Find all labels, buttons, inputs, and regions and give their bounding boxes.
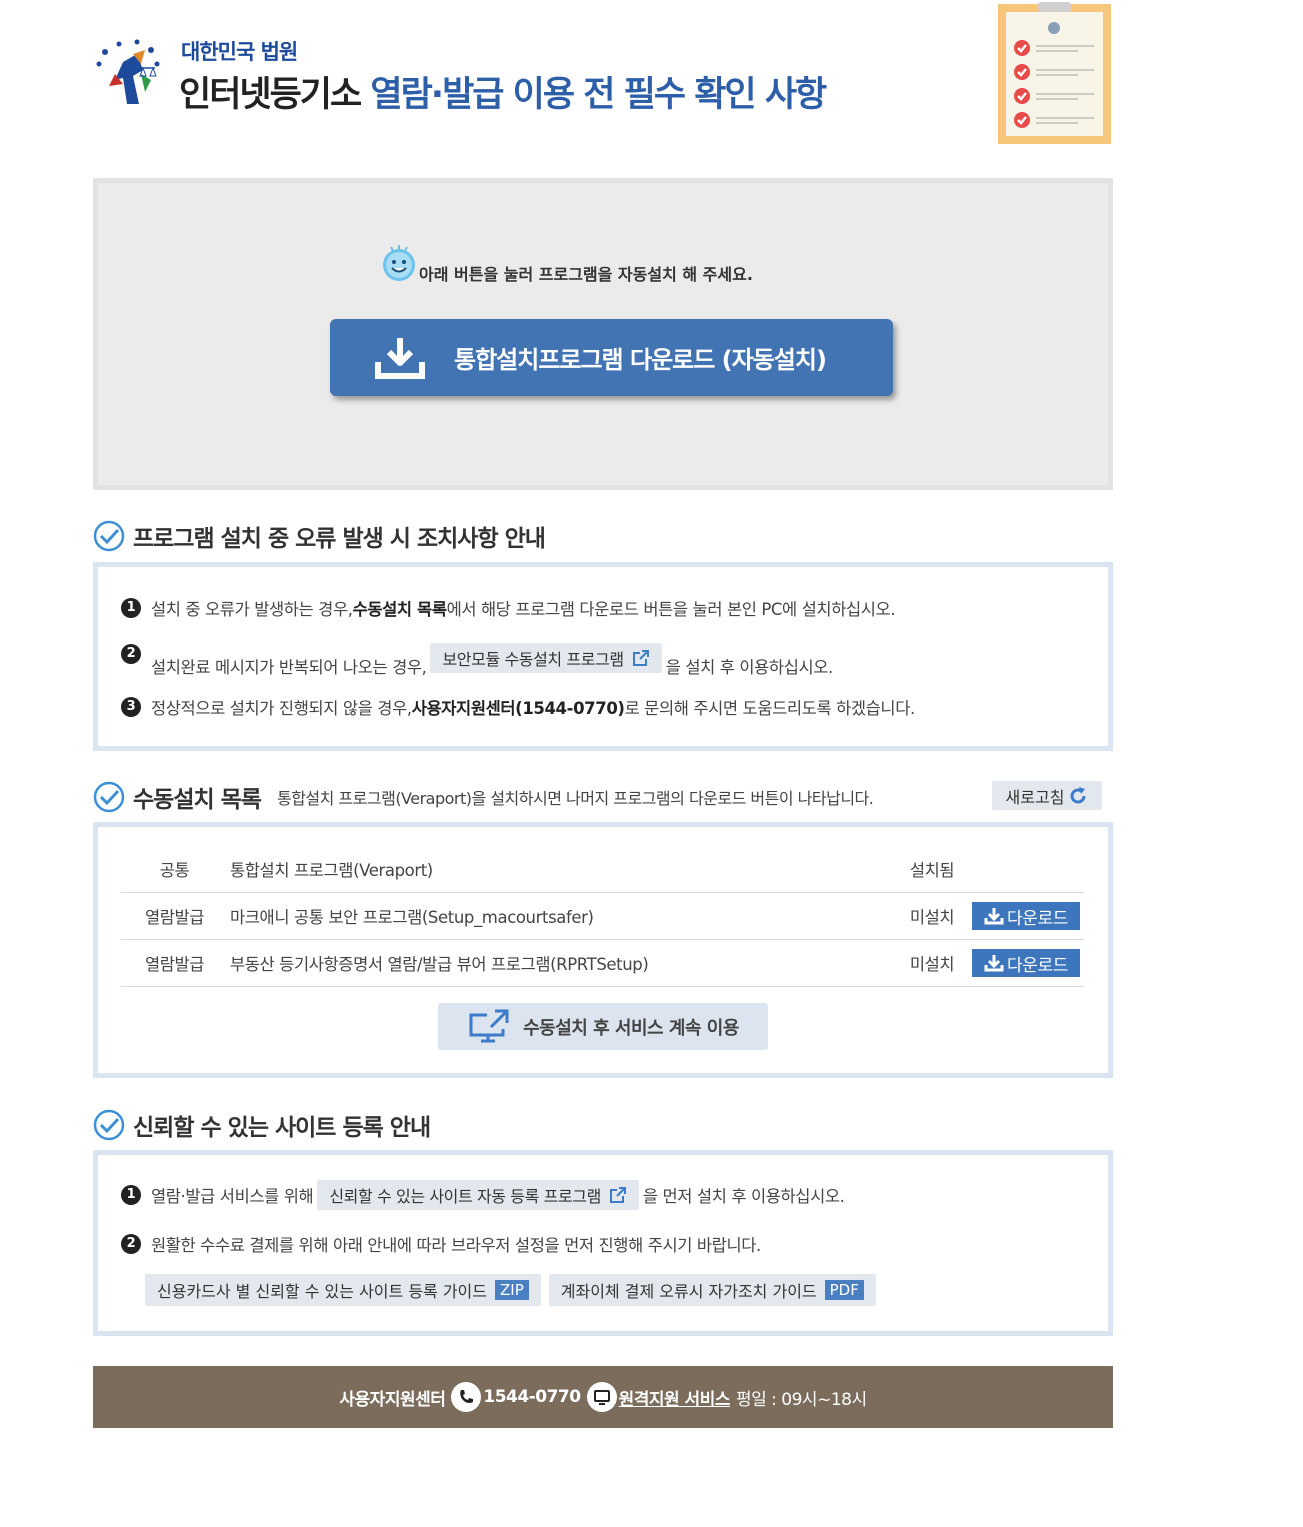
number-badge: 2 [121, 1234, 141, 1254]
trust-section-title-text: 신뢰할 수 있는 사이트 등록 안내 [133, 1115, 431, 1141]
download-button-macourtsafer[interactable]: 다운로드 [972, 902, 1080, 930]
checklist-clipboard-icon [998, 2, 1111, 144]
number-badge: 1 [121, 598, 141, 618]
external-link-icon [632, 650, 649, 666]
manual-section-title-text: 수동설치 목록 [133, 787, 262, 813]
external-link-icon [609, 1187, 626, 1203]
refresh-label: 새로고침 [1005, 787, 1065, 807]
download-icon [984, 908, 1004, 925]
download-icon [375, 337, 425, 379]
number-badge: 1 [121, 1185, 141, 1205]
download-cell [972, 846, 1084, 893]
number-badge: 3 [121, 697, 141, 717]
table-row: 열람발급 마크애니 공통 보안 프로그램(Setup_macourtsafer)… [121, 892, 1084, 940]
card-trusted-site-guide-button[interactable]: 신용카드사 별 신뢰할 수 있는 사이트 등록 가이드 ZIP [145, 1274, 541, 1306]
zip-badge: ZIP [495, 1280, 529, 1300]
phone-icon [451, 1382, 482, 1412]
download-label: 다운로드 [1007, 955, 1068, 976]
error-item-3: 3 정상적으로 설치가 진행되지 않을 경우, 사용자지원센터(1544-077… [121, 695, 915, 719]
error-item-1-text-end: 에서 해당 프로그램 다운로드 버튼을 눌러 본인 PC에 설치하십시오. [446, 600, 896, 619]
manual-section-title: 수동설치 목록 통합설치 프로그램(Veraport)을 설치하시면 나머지 프… [93, 780, 874, 814]
install-message: 아래 버튼을 눌러 프로그램을 자동설치 해 주세요. [381, 243, 753, 285]
refresh-button[interactable]: 새로고침 [992, 781, 1102, 810]
program-cell: 부동산 등기사항증명서 열람/발급 뷰어 프로그램(RPRTSetup) [228, 939, 892, 987]
monitor-external-icon [469, 1009, 509, 1042]
table-row: 열람발급 부동산 등기사항증명서 열람/발급 뷰어 프로그램(RPRTSetup… [121, 939, 1084, 987]
error-section-title-text: 프로그램 설치 중 오류 발생 시 조치사항 안내 [133, 526, 546, 552]
auto-install-download-button[interactable]: 통합설치프로그램 다운로드 (자동설치) [330, 319, 893, 396]
category-cell: 열람발급 [121, 892, 228, 940]
download-cell: 다운로드 [972, 939, 1084, 987]
pdf-badge: PDF [824, 1280, 864, 1300]
download-button-rprtsetup[interactable]: 다운로드 [972, 949, 1080, 977]
category-cell: 열람발급 [121, 939, 228, 987]
security-module-install-label: 보안모듈 수동설치 프로그램 [442, 650, 624, 669]
error-item-1-text: 설치 중 오류가 발생하는 경우, [151, 600, 353, 619]
support-center-text: 사용자지원센터(1544-0770) [411, 699, 625, 718]
trust-item-1-text-end: 을 먼저 설치 후 이용하십시오. [642, 1187, 845, 1206]
security-module-install-button[interactable]: 보안모듈 수동설치 프로그램 [430, 643, 662, 673]
check-circle-icon [93, 1109, 125, 1141]
number-badge: 2 [121, 644, 141, 664]
page-title-part1: 인터넷등기소 [179, 75, 371, 115]
program-cell: 통합설치 프로그램(Veraport) [228, 846, 892, 893]
remote-support-link[interactable]: 원격지원 서비스 [619, 1385, 731, 1410]
transfer-guide-label: 계좌이체 결제 오류시 자가조치 가이드 [560, 1282, 817, 1301]
table-row: 공통 통합설치 프로그램(Veraport) 설치됨 [121, 846, 1084, 893]
card-guide-label: 신용카드사 별 신뢰할 수 있는 사이트 등록 가이드 [157, 1282, 488, 1301]
continue-service-label: 수동설치 후 서비스 계속 이용 [523, 1017, 739, 1039]
support-footer: 사용자지원센터 1544-0770 원격지원 서비스 평일 : 09시~18시 [93, 1366, 1113, 1428]
trusted-site-register-button[interactable]: 신뢰할 수 있는 사이트 자동 등록 프로그램 [317, 1180, 639, 1210]
monitor-icon [586, 1382, 617, 1412]
trust-item-1-text: 열람·발급 서비스를 위해 [151, 1187, 314, 1206]
support-phone: 1544-0770 [483, 1387, 581, 1407]
install-message-text: 아래 버튼을 눌러 프로그램을 자동설치 해 주세요. [419, 265, 753, 284]
error-item-2: 2 설치완료 메시지가 반복되어 나오는 경우, 보안모듈 수동설치 프로그램 … [121, 640, 833, 678]
smile-face-icon [383, 245, 415, 281]
status-cell: 미설치 [892, 892, 972, 940]
page-header: 대한민국 법원 인터넷등기소 열람·발급 이용 전 필수 확인 사항 [93, 0, 1113, 160]
trust-item-1: 1 열람·발급 서비스를 위해 신뢰할 수 있는 사이트 자동 등록 프로그램 … [121, 1180, 845, 1210]
download-cell: 다운로드 [972, 892, 1084, 940]
download-label: 다운로드 [1007, 908, 1068, 929]
court-name: 대한민국 법원 [181, 40, 298, 64]
status-cell: 설치됨 [892, 846, 972, 893]
page-title: 인터넷등기소 열람·발급 이용 전 필수 확인 사항 [179, 66, 827, 117]
download-icon [984, 955, 1004, 972]
support-hours: 평일 : 09시~18시 [735, 1389, 867, 1410]
trust-section-title: 신뢰할 수 있는 사이트 등록 안내 [93, 1108, 431, 1142]
error-section-title: 프로그램 설치 중 오류 발생 시 조치사항 안내 [93, 519, 546, 553]
trust-item-2: 2 원활한 수수료 결제를 위해 아래 안내에 따라 브라우저 설정을 먼저 진… [121, 1232, 761, 1256]
support-center-label: 사용자지원센터 [339, 1389, 446, 1410]
manual-install-list-text: 수동설치 목록 [352, 600, 447, 619]
status-cell: 미설치 [892, 939, 972, 987]
guide-buttons: 신용카드사 별 신뢰할 수 있는 사이트 등록 가이드 ZIP 계좌이체 결제 … [145, 1274, 884, 1306]
refresh-icon [1070, 786, 1086, 803]
manual-section-subtitle: 통합설치 프로그램(Veraport)을 설치하시면 나머지 프로그램의 다운로… [276, 789, 874, 808]
continue-service-button[interactable]: 수동설치 후 서비스 계속 이용 [438, 1003, 768, 1050]
category-cell: 공통 [121, 846, 228, 893]
program-cell: 마크애니 공통 보안 프로그램(Setup_macourtsafer) [228, 892, 892, 940]
auto-install-download-label: 통합설치프로그램 다운로드 (자동설치) [454, 346, 827, 374]
check-circle-icon [93, 520, 125, 552]
error-item-3-text: 정상적으로 설치가 진행되지 않을 경우, [151, 699, 412, 718]
court-logo-icon [96, 39, 160, 104]
page-title-part2: 열람·발급 이용 전 필수 확인 사항 [370, 75, 827, 115]
error-item-2-text: 설치완료 메시지가 반복되어 나오는 경우, [151, 658, 427, 677]
account-transfer-guide-button[interactable]: 계좌이체 결제 오류시 자가조치 가이드 PDF [548, 1274, 876, 1306]
trust-item-2-text: 원활한 수수료 결제를 위해 아래 안내에 따라 브라우저 설정을 먼저 진행해… [151, 1236, 761, 1255]
error-item-1: 1 설치 중 오류가 발생하는 경우, 수동설치 목록 에서 해당 프로그램 다운… [121, 596, 896, 620]
check-circle-icon [93, 781, 125, 813]
error-item-2-text-end: 을 설치 후 이용하십시오. [665, 658, 834, 677]
manual-install-table: 공통 통합설치 프로그램(Veraport) 설치됨 열람발급 마크애니 공통 … [121, 846, 1084, 987]
error-item-3-text-end: 로 문의해 주시면 도움드리도록 하겠습니다. [624, 699, 916, 718]
trusted-site-register-label: 신뢰할 수 있는 사이트 자동 등록 프로그램 [329, 1187, 601, 1206]
